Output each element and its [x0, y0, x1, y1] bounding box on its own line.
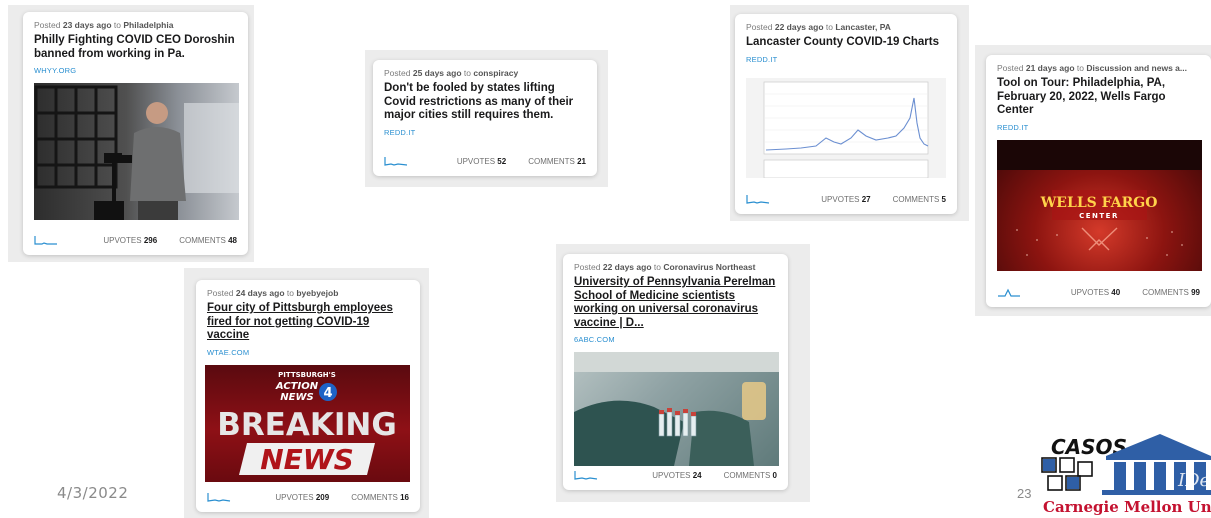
post-domain-link[interactable]: WTAE.COM	[207, 348, 409, 357]
comment-count[interactable]: COMMENTS 5	[893, 195, 946, 204]
post-footer: UPVOTES 52 COMMENTS 21	[384, 155, 586, 167]
activity-sparkline-icon	[207, 493, 231, 502]
post-thumbnail[interactable]: PITTSBURGH'S ACTION NEWS 4 BREAKING NEWS	[205, 364, 410, 482]
post-meta: Posted 25 days ago to conspiracy	[384, 68, 519, 78]
slide-number: 23	[1017, 486, 1032, 501]
post-card-wells-fargo[interactable]: Posted 21 days ago to Discussion and new…	[986, 55, 1211, 307]
casos-ideas-cmu-logo: CASOS IDeaS Carnegie Mellon Univer	[1041, 434, 1211, 516]
activity-sparkline-icon	[574, 471, 598, 480]
covid-chart-image	[763, 81, 929, 178]
press-photo-image	[34, 85, 239, 220]
post-footer: UPVOTES 24 COMMENTS 0	[574, 469, 777, 481]
post-footer: UPVOTES 209 COMMENTS 16	[207, 491, 409, 503]
news-text: NEWS	[280, 392, 313, 403]
post-title[interactable]: Don't be fooled by states lifting Covid …	[384, 82, 586, 123]
post-card-lancaster[interactable]: Posted 22 days ago to Lancaster, PA Lanc…	[735, 14, 957, 214]
post-card-philly-fighting-covid[interactable]: Posted 23 days ago to Philadelphia Phill…	[23, 12, 248, 255]
post-thumbnail[interactable]	[746, 77, 946, 178]
post-thumbnail[interactable]: WELLS FARGO CENTER	[997, 139, 1202, 271]
slide-date: 4/3/2022	[57, 484, 129, 502]
activity-sparkline-icon	[34, 236, 57, 245]
comment-count[interactable]: COMMENTS 48	[179, 236, 237, 245]
activity-sparkline-icon	[998, 288, 1020, 297]
community-link[interactable]: Philadelphia	[123, 20, 173, 30]
post-footer: UPVOTES 296 COMMENTS 48	[34, 234, 237, 246]
action-text: ACTION	[275, 381, 319, 392]
center-sign-text: CENTER	[1079, 212, 1119, 220]
post-domain-link[interactable]: 6ABC.COM	[574, 335, 777, 344]
ideas-logo-text: IDeaS	[1177, 470, 1211, 491]
arena-photo-image: WELLS FARGO CENTER	[997, 139, 1202, 256]
comment-count[interactable]: COMMENTS 0	[724, 471, 777, 480]
post-footer: UPVOTES 27 COMMENTS 5	[746, 193, 946, 205]
wells-fargo-sign-text: WELLS FARGO	[1040, 195, 1158, 211]
post-domain-link[interactable]: REDD.IT	[997, 123, 1200, 132]
post-title[interactable]: Four city of Pittsburgh employees fired …	[207, 302, 409, 343]
post-title[interactable]: Lancaster County COVID-19 Charts	[746, 36, 946, 50]
post-meta: Posted 24 days ago to byebyejob	[207, 288, 339, 298]
post-meta: Posted 22 days ago to Lancaster, PA	[746, 22, 891, 32]
community-link[interactable]: conspiracy	[473, 68, 518, 78]
post-card-upenn-vaccine[interactable]: Posted 22 days ago to Coronavirus Northe…	[563, 254, 788, 490]
upvote-count: UPVOTES 296	[103, 235, 158, 245]
community-link[interactable]: Coronavirus Northeast	[663, 262, 755, 272]
upvote-count: UPVOTES 209	[275, 492, 330, 502]
post-domain-link[interactable]: REDD.IT	[384, 128, 586, 137]
breaking-text: BREAKING	[217, 407, 397, 443]
upvote-count: UPVOTES 27	[821, 194, 871, 204]
post-meta: Posted 22 days ago to Coronavirus Northe…	[574, 262, 756, 272]
breaking-news-image: PITTSBURGH'S ACTION NEWS 4 BREAKING NEWS	[217, 371, 397, 476]
channel-number-text: 4	[323, 386, 332, 401]
post-title[interactable]: Philly Fighting COVID CEO Doroshin banne…	[34, 34, 237, 61]
community-link[interactable]: byebyejob	[296, 288, 338, 298]
comment-count[interactable]: COMMENTS 16	[351, 493, 409, 502]
lab-photo-image	[574, 352, 779, 466]
news-banner-text: NEWS	[260, 443, 354, 476]
station-name-text: PITTSBURGH'S	[278, 371, 336, 379]
comment-count[interactable]: COMMENTS 99	[1142, 288, 1200, 297]
post-thumbnail[interactable]	[574, 352, 779, 466]
post-thumbnail[interactable]	[34, 83, 239, 220]
activity-sparkline-icon	[746, 195, 770, 204]
activity-sparkline-icon	[384, 157, 408, 166]
upvote-count: UPVOTES 24	[652, 470, 702, 480]
post-footer: UPVOTES 40 COMMENTS 99	[997, 286, 1200, 298]
post-title[interactable]: Tool on Tour: Philadelphia, PA, February…	[997, 77, 1200, 118]
post-title[interactable]: University of Pennsylvania Perelman Scho…	[574, 276, 777, 330]
post-card-conspiracy[interactable]: Posted 25 days ago to conspiracy Don't b…	[373, 60, 597, 176]
post-meta: Posted 23 days ago to Philadelphia	[34, 20, 174, 30]
community-link[interactable]: Discussion and news a...	[1086, 63, 1187, 73]
upvote-count: UPVOTES 52	[456, 156, 507, 166]
cmu-wordmark-text: Carnegie Mellon Univer	[1043, 498, 1211, 516]
post-meta: Posted 21 days ago to Discussion and new…	[997, 63, 1187, 73]
comment-count[interactable]: COMMENTS 21	[528, 157, 586, 166]
post-card-pittsburgh[interactable]: Posted 24 days ago to byebyejob Four cit…	[196, 280, 420, 512]
upvote-count: UPVOTES 40	[1070, 287, 1121, 297]
community-link[interactable]: Lancaster, PA	[835, 22, 891, 32]
post-domain-link[interactable]: WHYY.ORG	[34, 66, 237, 75]
post-domain-link[interactable]: REDD.IT	[746, 55, 946, 64]
